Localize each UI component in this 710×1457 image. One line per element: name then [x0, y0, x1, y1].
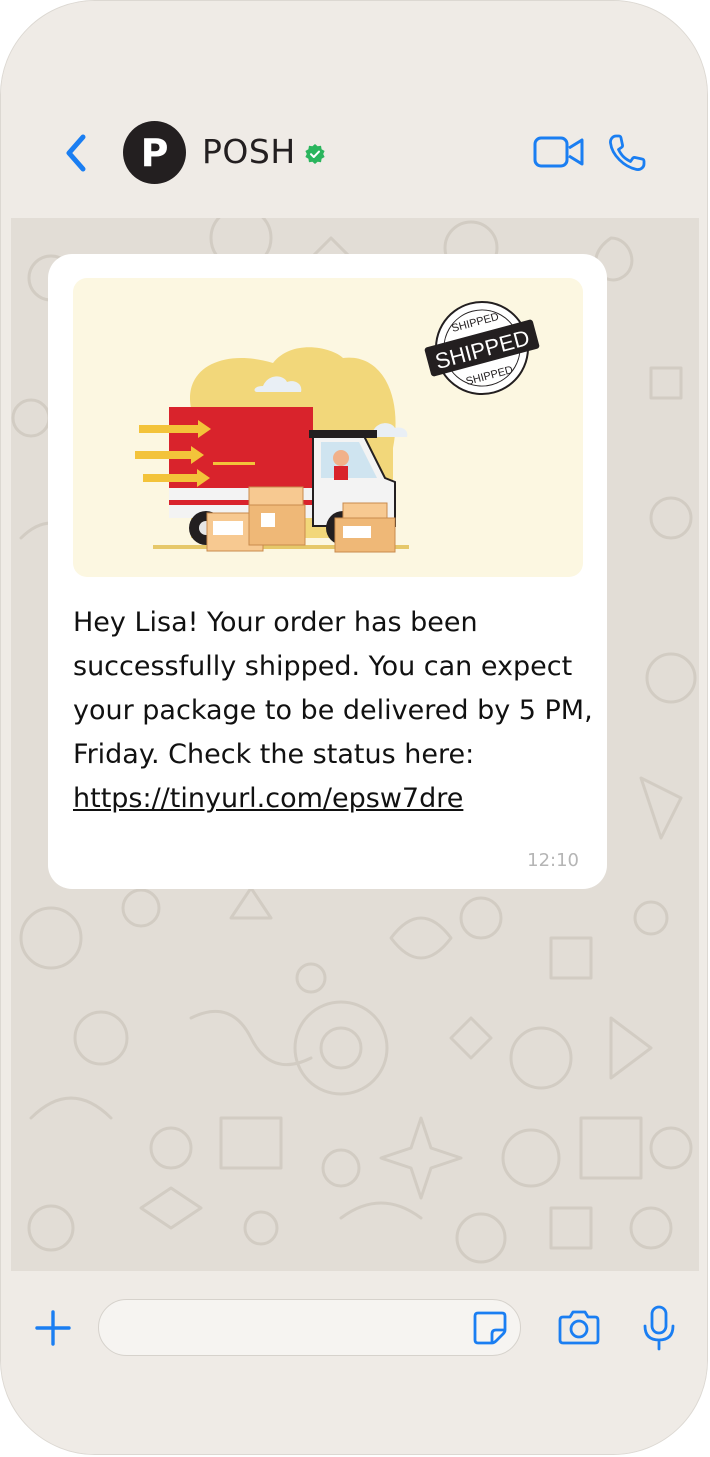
- message-timestamp: 12:10: [527, 850, 579, 871]
- verified-badge-icon: [305, 144, 325, 164]
- tracking-link[interactable]: https://tinyurl.com/epsw7dre: [73, 783, 463, 814]
- delivery-truck-illustration: SHIPPED SHIPPED SHIPPED: [135, 301, 540, 553]
- back-arrow-icon[interactable]: [59, 131, 95, 175]
- message-bubble[interactable]: SHIPPED SHIPPED SHIPPED Hey Lisa! Your o…: [48, 254, 607, 889]
- message-body: Hey Lisa! Your order has been successful…: [73, 607, 593, 770]
- contact-name[interactable]: POSH: [202, 132, 296, 171]
- microphone-icon[interactable]: [642, 1305, 676, 1351]
- shipping-illustration-image[interactable]: SHIPPED SHIPPED SHIPPED: [73, 278, 583, 577]
- sticker-icon[interactable]: [472, 1310, 508, 1346]
- phone-frame: P POSH SHIPPED SHIPPED SHIPPED Hey Lisa!…: [0, 0, 708, 1455]
- message-text: Hey Lisa! Your order has been successful…: [73, 601, 593, 821]
- phone-call-icon[interactable]: [607, 133, 647, 173]
- message-input[interactable]: [98, 1299, 521, 1356]
- camera-icon[interactable]: [557, 1308, 601, 1346]
- plus-icon[interactable]: [34, 1308, 72, 1348]
- chat-header: P POSH: [1, 1, 707, 218]
- avatar[interactable]: P: [123, 121, 186, 184]
- video-call-icon[interactable]: [533, 134, 585, 170]
- message-field[interactable]: [119, 1310, 463, 1348]
